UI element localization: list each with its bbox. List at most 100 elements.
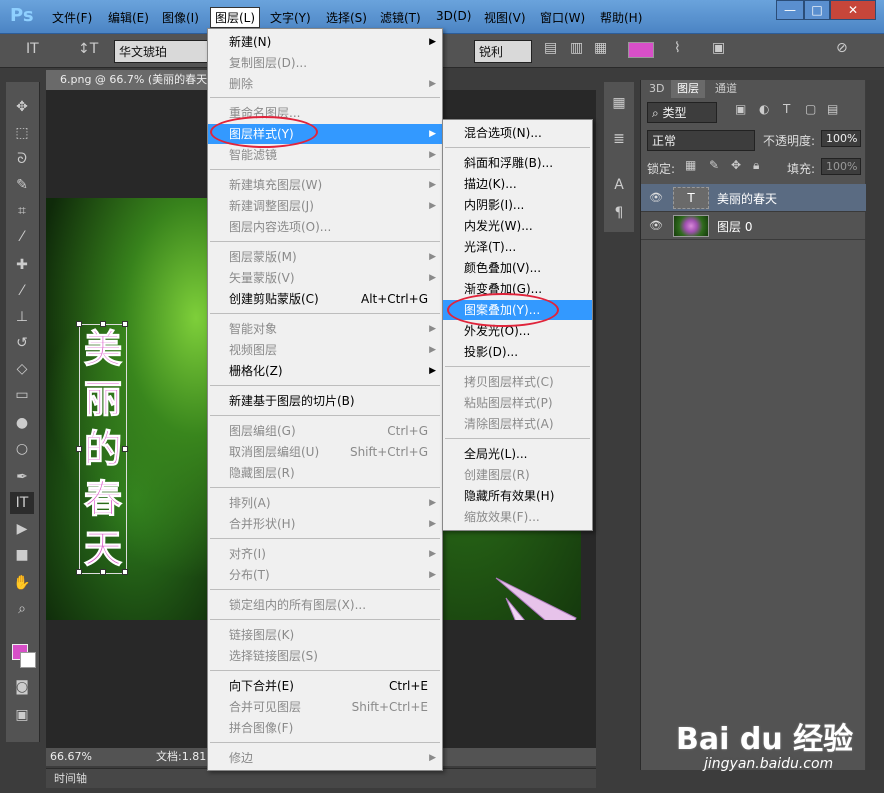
pen-tool-icon[interactable]: ✒ bbox=[10, 466, 34, 488]
fill-input[interactable]: 100% bbox=[821, 158, 861, 175]
layer-row-image[interactable]: 👁︎ 图层 0 bbox=[641, 212, 866, 240]
cancel-icon[interactable]: ⊘ bbox=[836, 40, 848, 56]
menu-item-new-fill-layer[interactable]: 新建填充图层(W) ▶ bbox=[208, 175, 442, 195]
menu-item-align[interactable]: 对齐(I) ▶ bbox=[208, 544, 442, 564]
menu-item-merge-down[interactable]: 向下合并(E) Ctrl+E bbox=[208, 676, 442, 696]
transform-handle[interactable] bbox=[100, 321, 106, 327]
menu-item-new-adjustment-layer[interactable]: 新建调整图层(J) ▶ bbox=[208, 196, 442, 216]
menu-item-scale-effects[interactable]: 缩放效果(F)... bbox=[443, 507, 592, 527]
menu-item-smart-object[interactable]: 智能对象 ▶ bbox=[208, 319, 442, 339]
menu-item-merge-visible[interactable]: 合并可见图层 Shift+Ctrl+E bbox=[208, 697, 442, 717]
menu-item-delete[interactable]: 删除 ▶ bbox=[208, 74, 442, 94]
tab-3d[interactable]: 3D bbox=[643, 80, 670, 98]
menu-item-hide-all-effects[interactable]: 隐藏所有效果(H) bbox=[443, 486, 592, 506]
menu-item-video-layers[interactable]: 视频图层 ▶ bbox=[208, 340, 442, 360]
panel-collapse-strip[interactable] bbox=[866, 80, 884, 770]
menu-select[interactable]: 选择(S) bbox=[326, 9, 367, 26]
character-panel-icon[interactable]: A bbox=[607, 174, 631, 196]
menu-view[interactable]: 视图(V) bbox=[484, 9, 526, 26]
lock-all-icon[interactable]: 🔒︎ bbox=[753, 158, 759, 173]
document-info[interactable]: 文档:1.81 bbox=[156, 748, 206, 766]
gradient-tool-icon[interactable]: ▭ bbox=[10, 384, 34, 406]
menu-item-color-overlay[interactable]: 颜色叠加(V)... bbox=[443, 258, 592, 278]
eraser-tool-icon[interactable]: ◇ bbox=[10, 358, 34, 380]
transform-handle[interactable] bbox=[122, 446, 128, 452]
menu-item-hide-layers[interactable]: 隐藏图层(R) bbox=[208, 463, 442, 483]
filter-type-icon[interactable]: T bbox=[783, 102, 790, 116]
text-tool-icon[interactable]: IT bbox=[26, 41, 39, 57]
align-center-icon[interactable]: ▥ bbox=[570, 40, 583, 56]
align-left-icon[interactable]: ▤ bbox=[544, 40, 557, 56]
menu-type[interactable]: 文字(Y) bbox=[270, 9, 311, 26]
menu-item-ungroup-layers[interactable]: 取消图层编组(U) Shift+Ctrl+G bbox=[208, 442, 442, 462]
transform-handle[interactable] bbox=[122, 569, 128, 575]
crop-tool-icon[interactable]: ⌗ bbox=[10, 200, 34, 222]
menu-item-create-layers[interactable]: 创建图层(R) bbox=[443, 465, 592, 485]
menu-item-blending-options[interactable]: 混合选项(N)... bbox=[443, 123, 592, 143]
opacity-input[interactable]: 100% bbox=[821, 130, 861, 147]
filter-smart-icon[interactable]: ▤ bbox=[827, 102, 838, 116]
menu-item-distribute[interactable]: 分布(T) ▶ bbox=[208, 565, 442, 585]
warp-text-icon[interactable]: ⌇ bbox=[674, 40, 681, 56]
menu-item-layer-mask[interactable]: 图层蒙版(M) ▶ bbox=[208, 247, 442, 267]
menu-item-link-layers[interactable]: 链接图层(K) bbox=[208, 625, 442, 645]
history-brush-tool-icon[interactable]: ↺ bbox=[10, 332, 34, 354]
filter-pixel-icon[interactable]: ▣ bbox=[735, 102, 746, 116]
history-panel-icon[interactable]: ▦ bbox=[607, 92, 631, 114]
menu-item-satin[interactable]: 光泽(T)... bbox=[443, 237, 592, 257]
marquee-tool-icon[interactable]: ⬚ bbox=[10, 122, 34, 144]
document-tab[interactable]: 6.png @ 66.7% (美丽的春天 bbox=[46, 70, 216, 90]
menu-item-new[interactable]: 新建(N) ▶ bbox=[208, 32, 442, 52]
layer-filter-select[interactable]: ⌕ 类型 bbox=[647, 102, 717, 123]
path-select-tool-icon[interactable]: ▶ bbox=[10, 518, 34, 540]
menu-item-stroke[interactable]: 描边(K)... bbox=[443, 174, 592, 194]
background-color-swatch[interactable] bbox=[20, 652, 36, 668]
zoom-tool-icon[interactable]: ⌕ bbox=[10, 598, 34, 620]
dodge-tool-icon[interactable]: ○ bbox=[10, 438, 34, 460]
menu-layer[interactable]: 图层(L) bbox=[210, 7, 261, 28]
transform-handle[interactable] bbox=[100, 569, 106, 575]
align-right-icon[interactable]: ▦ bbox=[594, 40, 607, 56]
lasso-tool-icon[interactable]: ᘐ bbox=[10, 148, 34, 170]
shape-tool-icon[interactable]: ■ bbox=[10, 544, 34, 566]
healing-tool-icon[interactable]: ✚ bbox=[10, 254, 34, 276]
screen-mode-icon[interactable]: ▣ bbox=[10, 704, 34, 726]
menu-item-vector-mask[interactable]: 矢量蒙版(V) ▶ bbox=[208, 268, 442, 288]
tab-layers[interactable]: 图层 bbox=[671, 80, 705, 98]
menu-item-inner-shadow[interactable]: 内阴影(I)... bbox=[443, 195, 592, 215]
menu-item-flatten-image[interactable]: 拼合图像(F) bbox=[208, 718, 442, 738]
menu-window[interactable]: 窗口(W) bbox=[540, 9, 585, 26]
eye-icon[interactable]: 👁︎ bbox=[649, 191, 663, 204]
menu-item-inner-glow[interactable]: 内发光(W)... bbox=[443, 216, 592, 236]
paragraph-panel-icon[interactable]: ¶ bbox=[607, 202, 631, 224]
maximize-button[interactable]: □ bbox=[804, 0, 830, 20]
menu-item-clear-layer-style[interactable]: 清除图层样式(A) bbox=[443, 414, 592, 434]
menu-item-smart-filter[interactable]: 智能滤镜 ▶ bbox=[208, 145, 442, 165]
menu-item-paste-layer-style[interactable]: 粘贴图层样式(P) bbox=[443, 393, 592, 413]
menu-file[interactable]: 文件(F) bbox=[52, 9, 92, 26]
menu-image[interactable]: 图像(I) bbox=[162, 9, 199, 26]
menu-item-rasterize[interactable]: 栅格化(Z) ▶ bbox=[208, 361, 442, 381]
brush-tool-icon[interactable]: ⁄ bbox=[10, 280, 34, 302]
menu-item-global-light[interactable]: 全局光(L)... bbox=[443, 444, 592, 464]
menu-item-copy-layer-style[interactable]: 拷贝图层样式(C) bbox=[443, 372, 592, 392]
blend-mode-select[interactable]: 正常 bbox=[647, 130, 755, 151]
hand-tool-icon[interactable]: ✋ bbox=[10, 572, 34, 594]
menu-item-new-layer-based-slice[interactable]: 新建基于图层的切片(B) bbox=[208, 391, 442, 411]
character-panel-icon[interactable]: ▣ bbox=[712, 40, 725, 56]
menu-item-layer-content-options[interactable]: 图层内容选项(O)... bbox=[208, 217, 442, 237]
close-button[interactable]: ✕ bbox=[830, 0, 876, 20]
layer-row-text[interactable]: 👁︎ T 美丽的春天 bbox=[641, 184, 866, 212]
menu-item-bevel-emboss[interactable]: 斜面和浮雕(B)... bbox=[443, 153, 592, 173]
menu-help[interactable]: 帮助(H) bbox=[600, 9, 642, 26]
menu-item-select-linked-layers[interactable]: 选择链接图层(S) bbox=[208, 646, 442, 666]
filter-adjust-icon[interactable]: ◐ bbox=[759, 102, 769, 116]
menu-item-matting[interactable]: 修边 ▶ bbox=[208, 748, 442, 768]
stamp-tool-icon[interactable]: ⊥ bbox=[10, 306, 34, 328]
menu-item-combine-shapes[interactable]: 合并形状(H) ▶ bbox=[208, 514, 442, 534]
transform-handle[interactable] bbox=[122, 321, 128, 327]
lock-brush-icon[interactable]: ✎ bbox=[709, 158, 719, 172]
minimize-button[interactable]: — bbox=[776, 0, 804, 20]
tab-channels[interactable]: 通道 bbox=[709, 80, 743, 98]
transform-handle[interactable] bbox=[76, 321, 82, 327]
